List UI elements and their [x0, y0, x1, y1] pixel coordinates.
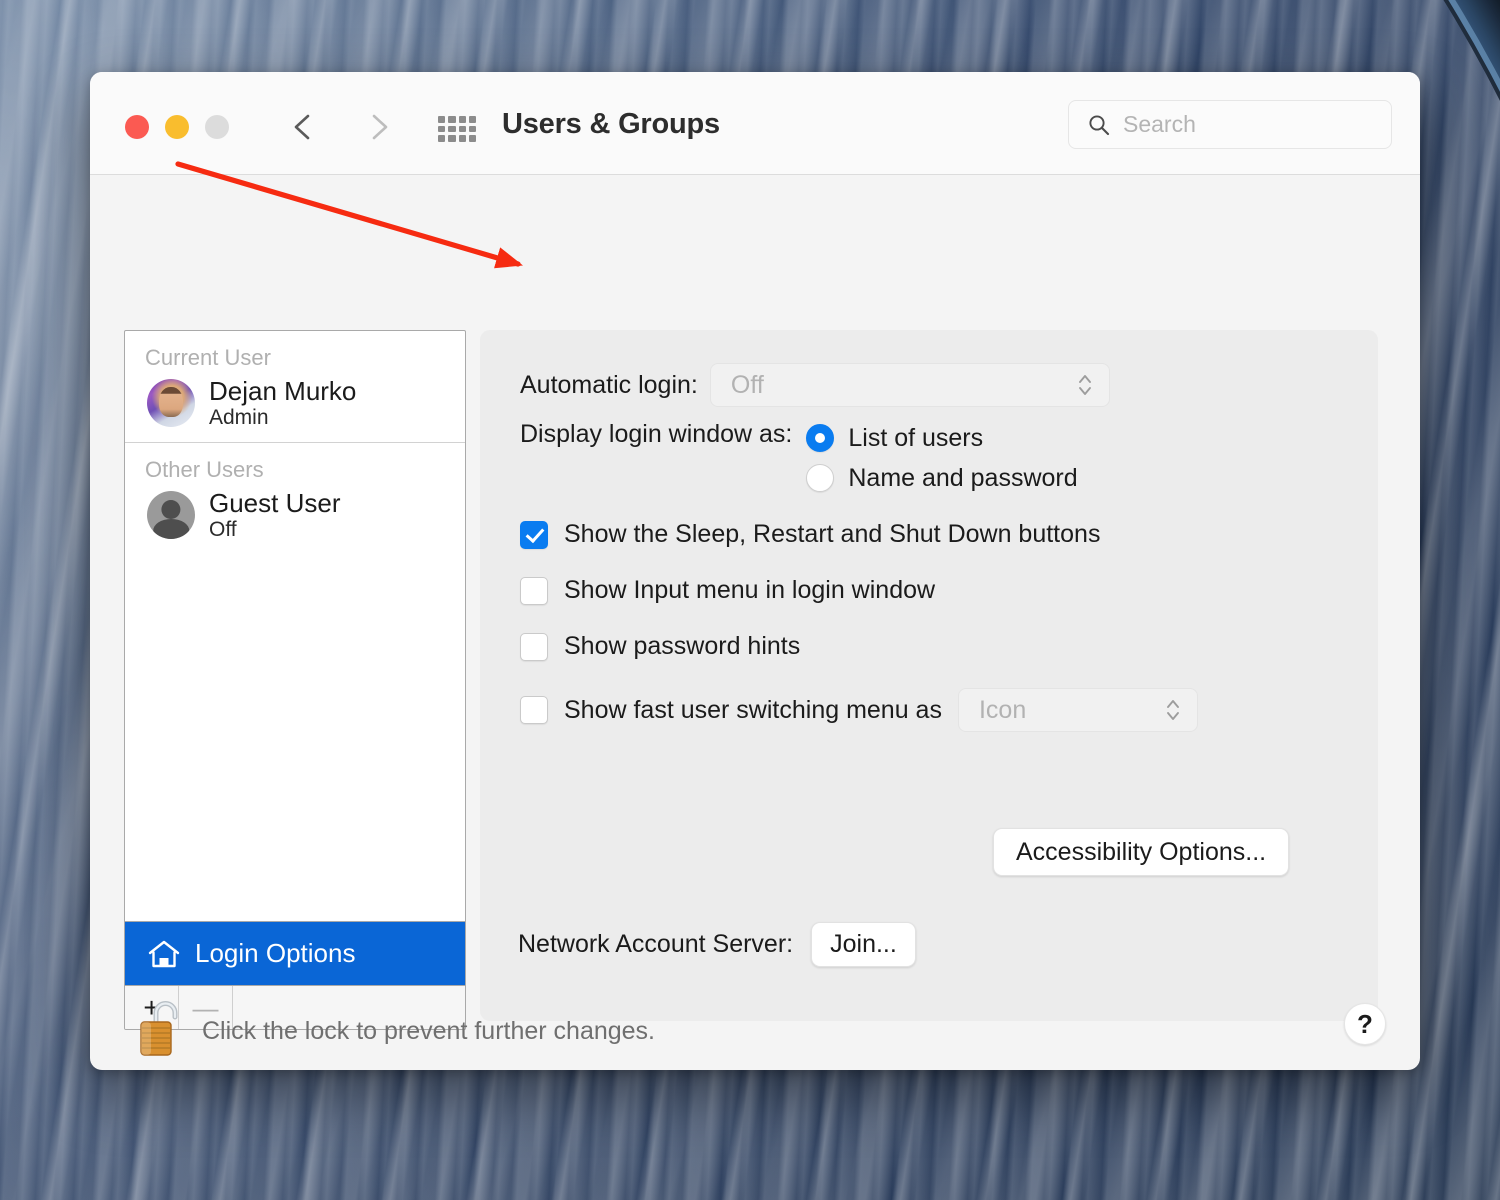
- chevron-updown-icon: [1167, 700, 1179, 720]
- network-account-server-label: Network Account Server:: [518, 930, 794, 958]
- sidebar-item-label: Login Options: [195, 938, 356, 968]
- list-item-guest-user[interactable]: Guest User Off: [125, 485, 465, 554]
- lock-status-text: Click the lock to prevent further change…: [202, 1017, 656, 1045]
- group-header-current-user: Current User: [145, 345, 271, 370]
- show-all-grid-icon[interactable]: [438, 116, 476, 142]
- search-icon: [1089, 114, 1110, 135]
- radio-button[interactable]: [806, 464, 835, 492]
- user-status: Off: [209, 517, 237, 541]
- sidebar-item-login-options[interactable]: Login Options: [125, 921, 465, 985]
- unlocked-padlock-icon[interactable]: [138, 997, 184, 1059]
- automatic-login-row: Automatic login: Off: [520, 363, 1110, 407]
- user-name: Guest User: [209, 487, 341, 518]
- checkbox[interactable]: [520, 632, 548, 661]
- automatic-login-value: Off: [730, 370, 764, 399]
- radio-button[interactable]: [806, 424, 835, 452]
- system-preferences-window: Users & Groups Search Current User Dejan…: [90, 72, 1420, 1070]
- page-title: Users & Groups: [502, 108, 720, 140]
- window-body: Current User Dejan Murko Admin Other Use…: [90, 175, 1420, 1069]
- accessibility-options-button[interactable]: Accessibility Options...: [993, 828, 1290, 876]
- radio-label: List of users: [848, 423, 984, 452]
- fast-user-switching-value: Icon: [978, 695, 1027, 724]
- minimize-button[interactable]: [165, 115, 189, 139]
- users-list-sidebar: Current User Dejan Murko Admin Other Use…: [124, 330, 466, 1030]
- close-button[interactable]: [125, 115, 149, 139]
- checkbox[interactable]: [520, 576, 548, 605]
- checkbox-label: Show the Sleep, Restart and Shut Down bu…: [564, 520, 1101, 548]
- automatic-login-label: Automatic login:: [520, 370, 698, 399]
- forward-icon[interactable]: [359, 108, 397, 146]
- avatar: [147, 490, 195, 539]
- radio-option-list-of-users[interactable]: List of users: [806, 418, 1077, 458]
- window-toolbar: Users & Groups Search: [90, 72, 1420, 175]
- checkbox-row-password-hints[interactable]: Show password hints: [520, 632, 800, 661]
- network-account-server-row: Network Account Server: Join...: [518, 922, 916, 967]
- fast-user-switching-dropdown[interactable]: Icon: [957, 688, 1198, 732]
- checkbox-row-fast-user-switching[interactable]: Show fast user switching menu as Icon: [520, 688, 1198, 732]
- search-input[interactable]: Search: [1123, 111, 1196, 138]
- radio-label: Name and password: [848, 463, 1078, 492]
- checkbox-label: Show fast user switching menu as: [564, 695, 942, 724]
- group-header-other-users: Other Users: [145, 456, 264, 482]
- display-login-window-radio-group: List of users Name and password: [806, 418, 1078, 498]
- automatic-login-dropdown[interactable]: Off: [709, 363, 1110, 407]
- display-login-window-label: Display login window as:: [520, 420, 793, 448]
- radio-option-name-and-password[interactable]: Name and password: [806, 458, 1078, 498]
- checkbox-label: Show Input menu in login window: [564, 576, 936, 604]
- help-button[interactable]: ?: [1344, 1003, 1386, 1045]
- join-button[interactable]: Join...: [811, 922, 916, 967]
- list-item-current-user[interactable]: Dejan Murko Admin: [125, 373, 465, 442]
- checkbox[interactable]: [520, 696, 548, 724]
- checkbox-row-sleep-restart-shutdown[interactable]: Show the Sleep, Restart and Shut Down bu…: [520, 520, 1100, 549]
- checkbox-label: Show password hints: [564, 632, 801, 660]
- user-role: Admin: [209, 406, 269, 430]
- avatar: [147, 379, 195, 428]
- checkbox[interactable]: [520, 520, 548, 549]
- chevron-updown-icon: [1078, 375, 1091, 395]
- user-name: Dejan Murko: [209, 376, 357, 406]
- search-field[interactable]: Search: [1068, 100, 1392, 149]
- display-login-window-row: Display login window as: List of users N…: [520, 418, 1078, 498]
- sidebar-empty-space: [125, 553, 465, 921]
- login-options-panel: Automatic login: Off Display login windo…: [480, 330, 1378, 1021]
- back-icon[interactable]: [285, 108, 323, 146]
- desktop: Users & Groups Search Current User Dejan…: [0, 0, 1500, 1200]
- home-icon: [148, 940, 180, 967]
- checkbox-row-input-menu[interactable]: Show Input menu in login window: [520, 576, 935, 605]
- zoom-button[interactable]: [205, 115, 229, 139]
